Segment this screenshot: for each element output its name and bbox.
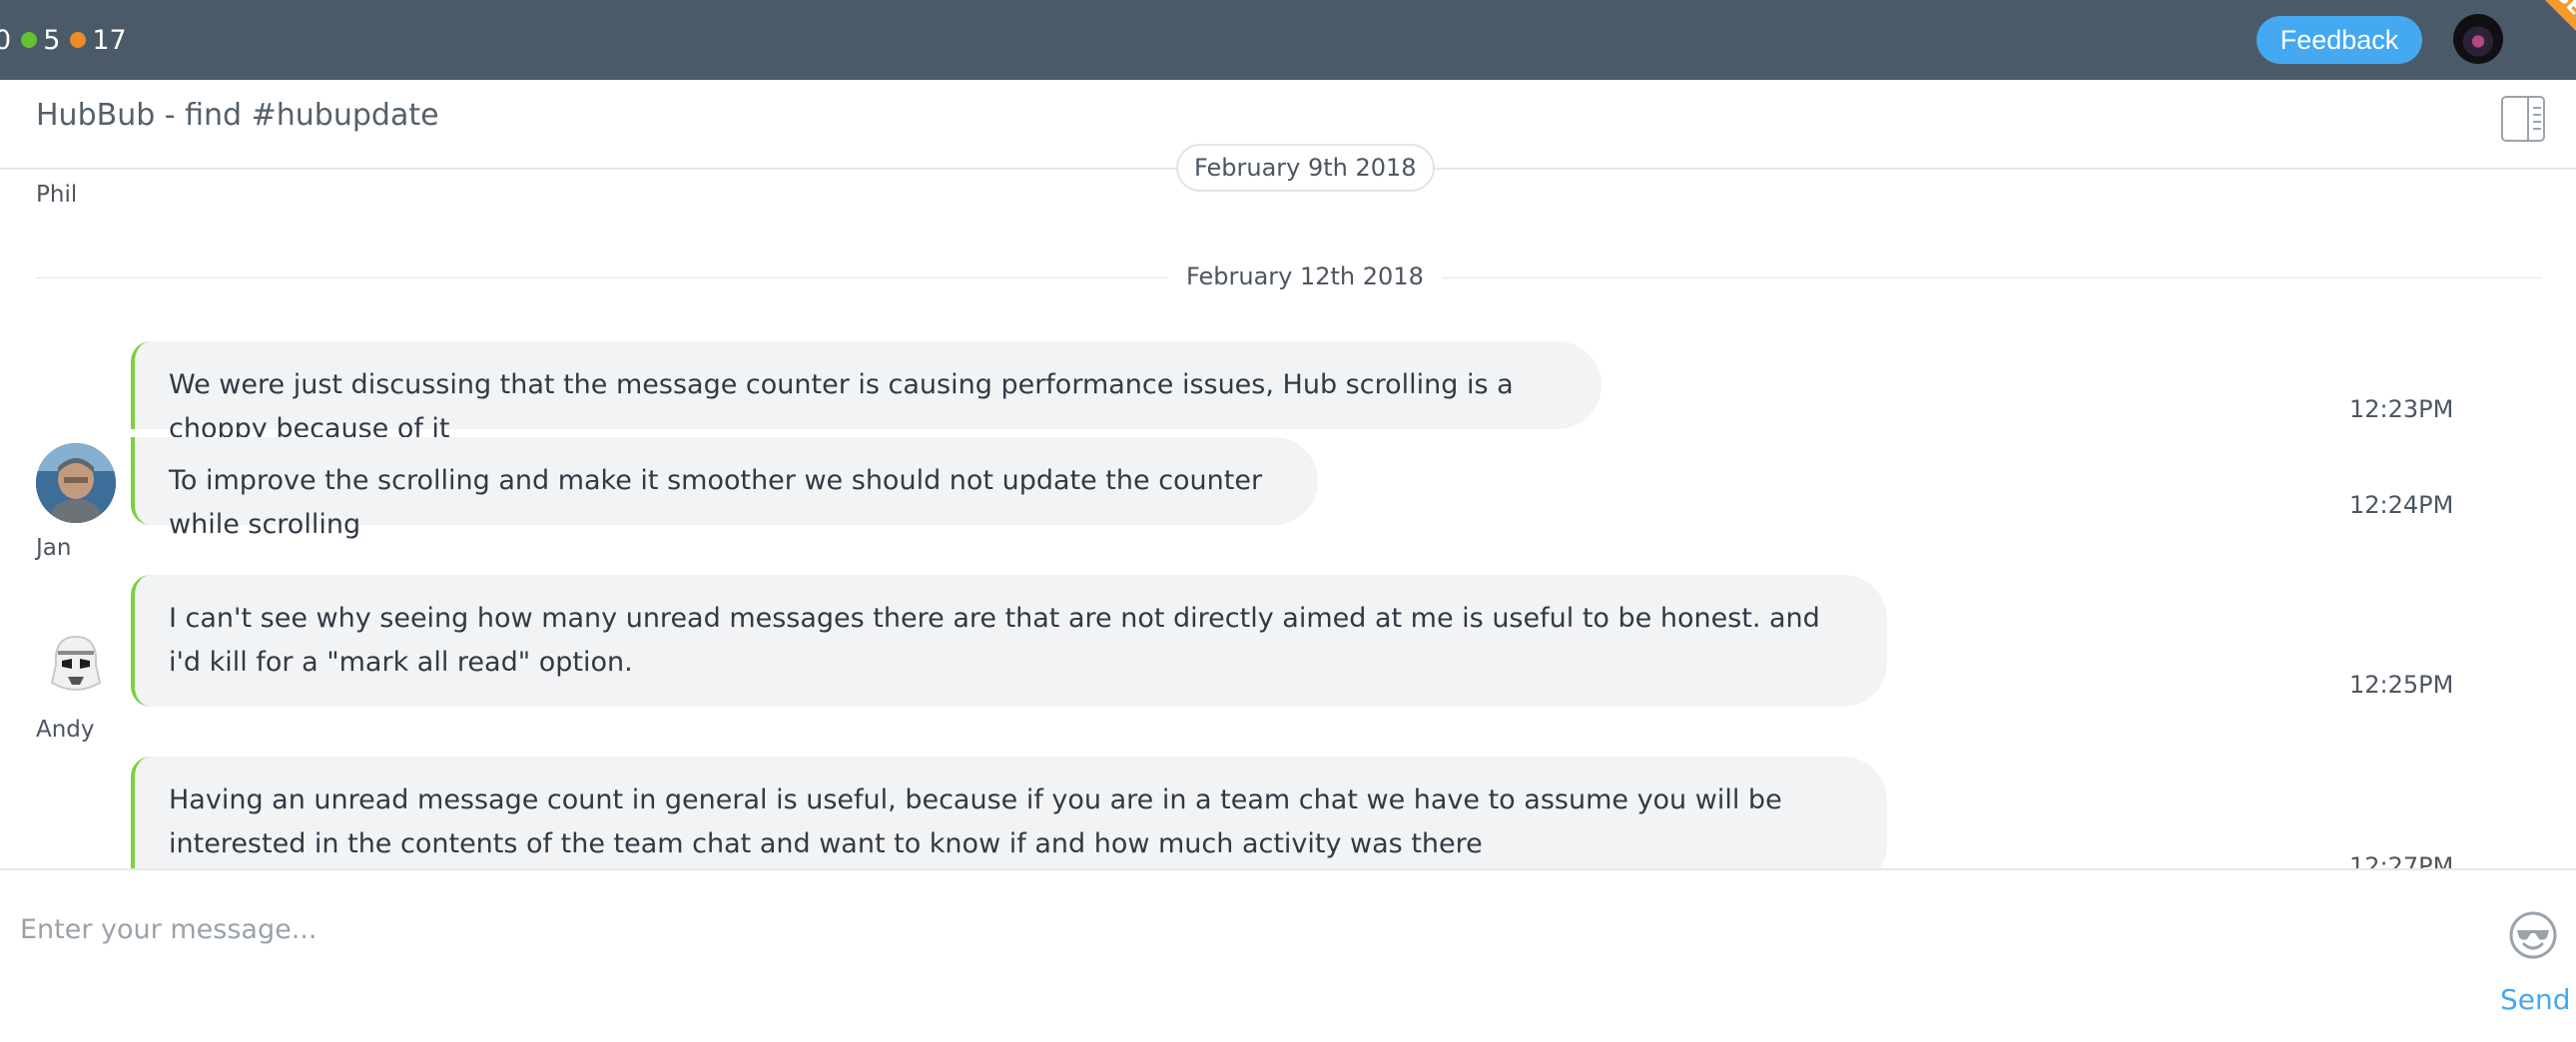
orange-dot-icon [70, 32, 87, 48]
sunglasses-emoji-icon[interactable] [2508, 910, 2558, 960]
side-panel-toggle-icon[interactable] [2501, 96, 2545, 142]
count-total: 0 [0, 24, 12, 56]
beta-ribbon: BETA [2537, 0, 2576, 78]
avatar[interactable] [36, 443, 116, 523]
user-avatar[interactable] [2453, 14, 2503, 64]
date-chip: February 9th 2018 [1176, 144, 1435, 192]
message-text: Having an unread message count in genera… [169, 784, 1782, 859]
message-bubble[interactable]: To improve the scrolling and make it smo… [131, 437, 1318, 540]
beta-label: BETA [2550, 0, 2576, 39]
room-title: HubBub - find #hubupdate [36, 98, 439, 133]
avatar[interactable] [36, 625, 116, 705]
message-text: I can't see why seeing how many unread m… [169, 603, 1820, 678]
count-green: 5 [43, 24, 61, 56]
message-bubble[interactable]: We were just discussing that the message… [131, 341, 1602, 444]
message-time: 12:25PM [2349, 671, 2454, 699]
message-time: 12:23PM [2349, 395, 2454, 423]
sender-name: Andy [36, 717, 95, 743]
date-divider-label: February 12th 2018 [1168, 262, 1442, 290]
sender-name: Jan [36, 535, 72, 561]
count-orange: 17 [92, 24, 127, 56]
green-dot-icon [21, 32, 38, 48]
message-input[interactable] [18, 898, 2418, 960]
sender-name: Phil [36, 182, 78, 208]
message-time: 12:24PM [2349, 491, 2454, 519]
feedback-button[interactable]: Feedback [2256, 16, 2422, 64]
stormtrooper-avatar-icon [36, 625, 116, 705]
unread-counters[interactable]: 0 5 17 [0, 22, 127, 58]
send-button[interactable]: Send [2494, 982, 2576, 1017]
message-composer: Send [0, 868, 2576, 1042]
top-bar: 0 5 17 Feedback BETA [0, 0, 2576, 80]
message-bubble[interactable]: I can't see why seeing how many unread m… [131, 575, 1887, 707]
jan-avatar-icon [36, 443, 116, 523]
